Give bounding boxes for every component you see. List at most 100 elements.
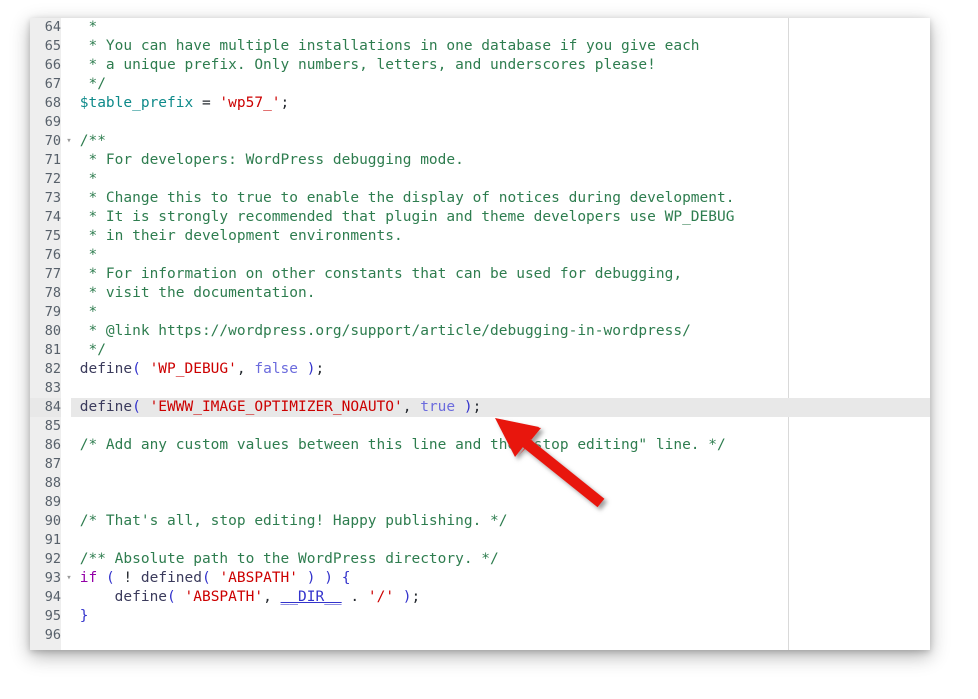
code-token: '/'	[367, 589, 395, 605]
code-token: */	[71, 76, 106, 92]
code-line-text[interactable]: *	[71, 170, 930, 189]
code-line-68[interactable]: 68 $table_prefix = 'wp57_';	[30, 94, 930, 113]
code-line-74[interactable]: 74 * It is strongly recommended that plu…	[30, 208, 930, 227]
code-line-93[interactable]: 93 ▾ if ( ! defined( 'ABSPATH' ) ) {	[30, 569, 930, 588]
code-line-text[interactable]	[71, 455, 930, 474]
code-line-text[interactable]: * in their development environments.	[71, 227, 930, 246]
code-line-text[interactable]: define( 'WP_DEBUG', false );	[71, 360, 930, 379]
code-line-text[interactable]: /* That's all, stop editing! Happy publi…	[71, 512, 930, 531]
code-line-73[interactable]: 73 * Change this to true to enable the d…	[30, 189, 930, 208]
code-line-text[interactable]: * For information on other constants tha…	[71, 265, 930, 284]
code-line-92[interactable]: 92 /** Absolute path to the WordPress di…	[30, 550, 930, 569]
code-token: ,	[402, 399, 421, 415]
code-line-text[interactable]	[71, 531, 930, 550]
code-line-71[interactable]: 71 * For developers: WordPress debugging…	[30, 151, 930, 170]
code-token: )	[306, 570, 316, 586]
code-line-text[interactable]: define( 'EWWW_IMAGE_OPTIMIZER_NOAUTO', t…	[71, 398, 930, 417]
code-token: * For developers: WordPress debugging mo…	[71, 152, 464, 168]
code-line-text[interactable]	[71, 113, 930, 132]
code-line-text[interactable]: if ( ! defined( 'ABSPATH' ) ) {	[71, 569, 930, 588]
code-line-72[interactable]: 72 *	[30, 170, 930, 189]
code-line-80[interactable]: 80 * @link https://wordpress.org/support…	[30, 322, 930, 341]
code-line-text[interactable]: /* Add any custom values between this li…	[71, 436, 930, 455]
code-line-96[interactable]: 96	[30, 626, 930, 645]
code-line-text[interactable]: *	[71, 303, 930, 322]
code-line-90[interactable]: 90 /* That's all, stop editing! Happy pu…	[30, 512, 930, 531]
code-line-76[interactable]: 76 *	[30, 246, 930, 265]
code-token: 'ABSPATH'	[219, 570, 299, 586]
line-number: 64	[30, 18, 61, 37]
code-editor-panel[interactable]: 64 * 65 * You can have multiple installa…	[30, 18, 930, 650]
code-token: /* That's all, stop editing! Happy publi…	[71, 513, 508, 529]
line-number: 84	[30, 398, 61, 417]
code-token: * @link https://wordpress.org/support/ar…	[71, 323, 691, 339]
code-line-text[interactable]: *	[71, 18, 930, 37]
code-line-text[interactable]: * For developers: WordPress debugging mo…	[71, 151, 930, 170]
code-line-text[interactable]: */	[71, 341, 930, 360]
code-line-79[interactable]: 79 *	[30, 303, 930, 322]
code-line-86[interactable]: 86 /* Add any custom values between this…	[30, 436, 930, 455]
code-line-70[interactable]: 70 ▾ /**	[30, 132, 930, 151]
code-line-81[interactable]: 81 */	[30, 341, 930, 360]
line-number: 94	[30, 588, 61, 607]
line-number: 82	[30, 360, 61, 379]
code-line-95[interactable]: 95 }	[30, 607, 930, 626]
code-token: if	[71, 570, 98, 586]
code-line-67[interactable]: 67 */	[30, 75, 930, 94]
code-token: $table_prefix	[71, 95, 194, 111]
code-token: 'WP_DEBUG'	[149, 361, 237, 377]
code-line-text[interactable]: * visit the documentation.	[71, 284, 930, 303]
code-line-94[interactable]: 94 define( 'ABSPATH', __DIR__ . '/' );	[30, 588, 930, 607]
code-line-text[interactable]: }	[71, 607, 930, 626]
line-number: 90	[30, 512, 61, 531]
code-line-83[interactable]: 83	[30, 379, 930, 398]
code-line-text[interactable]: *	[71, 246, 930, 265]
code-line-78[interactable]: 78 * visit the documentation.	[30, 284, 930, 303]
code-token: }	[71, 608, 89, 624]
code-line-text[interactable]	[71, 626, 930, 645]
code-token: * a unique prefix. Only numbers, letters…	[71, 57, 656, 73]
code-line-64[interactable]: 64 *	[30, 18, 930, 37]
code-token: {	[341, 570, 351, 586]
code-line-text[interactable]: define( 'ABSPATH', __DIR__ . '/' );	[71, 588, 930, 607]
code-line-text[interactable]: * Change this to true to enable the disp…	[71, 189, 930, 208]
line-number: 66	[30, 56, 61, 75]
code-line-91[interactable]: 91	[30, 531, 930, 550]
code-token: (	[105, 570, 115, 586]
line-number: 81	[30, 341, 61, 360]
code-token: define	[71, 589, 168, 605]
code-token: 'wp57_'	[219, 95, 281, 111]
code-line-text[interactable]: * @link https://wordpress.org/support/ar…	[71, 322, 930, 341]
code-line-text[interactable]: * You can have multiple installations in…	[71, 37, 930, 56]
code-line-69[interactable]: 69	[30, 113, 930, 132]
line-number: 80	[30, 322, 61, 341]
code-line-text[interactable]: /** Absolute path to the WordPress direc…	[71, 550, 930, 569]
code-line-text[interactable]: /**	[71, 132, 930, 151]
line-number: 88	[30, 474, 61, 493]
code-line-text[interactable]: $table_prefix = 'wp57_';	[71, 94, 930, 113]
code-line-text[interactable]	[71, 474, 930, 493]
code-line-text[interactable]: * It is strongly recommended that plugin…	[71, 208, 930, 227]
code-line-text[interactable]	[71, 379, 930, 398]
code-line-65[interactable]: 65 * You can have multiple installations…	[30, 37, 930, 56]
code-line-84[interactable]: 84 define( 'EWWW_IMAGE_OPTIMIZER_NOAUTO'…	[30, 398, 930, 417]
line-number: 93	[30, 569, 61, 588]
code-line-66[interactable]: 66 * a unique prefix. Only numbers, lett…	[30, 56, 930, 75]
code-line-text[interactable]	[71, 417, 930, 436]
code-line-87[interactable]: 87	[30, 455, 930, 474]
code-line-text[interactable]: * a unique prefix. Only numbers, letters…	[71, 56, 930, 75]
code-token: ;	[411, 589, 421, 605]
code-line-89[interactable]: 89	[30, 493, 930, 512]
code-line-75[interactable]: 75 * in their development environments.	[30, 227, 930, 246]
code-line-text[interactable]: */	[71, 75, 930, 94]
code-line-85[interactable]: 85	[30, 417, 930, 436]
code-line-text[interactable]	[71, 493, 930, 512]
code-token: * It is strongly recommended that plugin…	[71, 209, 735, 225]
code-line-77[interactable]: 77 * For information on other constants …	[30, 265, 930, 284]
code-token: )	[324, 570, 333, 586]
line-number: 95	[30, 607, 61, 626]
code-token: defined	[140, 570, 202, 586]
code-line-88[interactable]: 88	[30, 474, 930, 493]
code-line-82[interactable]: 82 define( 'WP_DEBUG', false );	[30, 360, 930, 379]
